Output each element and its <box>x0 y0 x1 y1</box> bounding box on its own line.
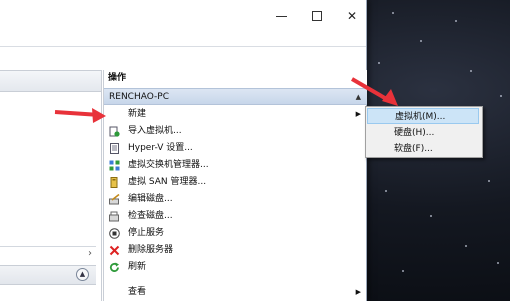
actions-pane: 操作 RENCHAO-PC ▲ 新建 ▶ 导入虚拟机... Hyper-V 设置… <box>103 70 367 301</box>
collapse-caret-icon[interactable]: ▲ <box>356 89 361 106</box>
hyper-v-manager-window: ✕ › ▲ 操作 RENCHAO-PC ▲ 新建 ▶ 导入虚拟机... Hype… <box>0 0 367 301</box>
submenu-item-floppy-disk[interactable]: 软盘(F)... <box>367 141 479 157</box>
actions-pane-title: 操作 <box>104 70 367 87</box>
minimize-button[interactable] <box>270 6 294 26</box>
action-label: 导入虚拟机... <box>128 126 182 136</box>
left-pane-scrollbar[interactable]: › <box>0 246 96 261</box>
actions-group-header[interactable]: RENCHAO-PC ▲ <box>104 88 367 105</box>
inspect-disk-icon <box>109 211 120 222</box>
action-label: Hyper-V 设置... <box>128 143 193 153</box>
settings-page-icon <box>109 143 120 154</box>
submenu-arrow-icon: ▶ <box>355 288 361 296</box>
maximize-icon <box>312 11 322 21</box>
action-label: 查看 <box>128 287 147 297</box>
submenu-item-virtual-machine[interactable]: 虚拟机(M)... <box>367 108 479 124</box>
action-item-delete-server[interactable]: 删除服务器 <box>104 242 367 259</box>
action-item-view[interactable]: 查看 ▶ <box>104 284 367 301</box>
switch-manager-icon <box>109 160 120 171</box>
submenu-item-hard-disk[interactable]: 硬盘(H)... <box>367 125 479 141</box>
action-item-new[interactable]: 新建 ▶ <box>104 106 367 123</box>
action-item-hyperv-settings[interactable]: Hyper-V 设置... <box>104 140 367 157</box>
refresh-icon <box>109 262 120 273</box>
maximize-button[interactable] <box>305 6 329 26</box>
left-pane-header <box>0 70 101 92</box>
action-item-virtual-switch-manager[interactable]: 虚拟交换机管理器... <box>104 157 367 174</box>
title-bar: ✕ <box>0 0 366 35</box>
action-label: 编辑磁盘... <box>128 194 173 204</box>
close-icon: ✕ <box>346 9 358 23</box>
action-label: 检查磁盘... <box>128 211 173 221</box>
import-icon <box>109 126 120 137</box>
action-label: 虚拟交换机管理器... <box>128 160 209 170</box>
new-submenu: 虚拟机(M)... 硬盘(H)... 软盘(F)... <box>365 106 483 158</box>
action-label: 新建 <box>128 109 147 119</box>
minimize-icon <box>276 16 287 17</box>
collapse-toggle-icon[interactable]: ▲ <box>76 268 89 281</box>
san-manager-icon <box>109 177 120 188</box>
close-button[interactable]: ✕ <box>340 6 364 26</box>
action-label: 刷新 <box>128 262 147 272</box>
action-label: 停止服务 <box>128 228 165 238</box>
edit-disk-icon <box>109 193 120 205</box>
action-label: 删除服务器 <box>128 245 174 255</box>
toolbar-divider <box>0 46 366 47</box>
action-label: 虚拟 SAN 管理器... <box>128 177 207 187</box>
action-item-refresh[interactable]: 刷新 <box>104 259 367 276</box>
action-item-stop-service[interactable]: 停止服务 <box>104 225 367 242</box>
left-pane-footer: ▲ <box>0 265 96 285</box>
action-item-virtual-san-manager[interactable]: 虚拟 SAN 管理器... <box>104 174 367 191</box>
group-header-label: RENCHAO-PC <box>109 92 170 102</box>
scroll-right-icon[interactable]: › <box>88 248 92 259</box>
left-pane: › ▲ <box>0 70 102 301</box>
stop-service-icon <box>109 228 120 239</box>
delete-server-icon <box>109 245 120 256</box>
action-item-import-vm[interactable]: 导入虚拟机... <box>104 123 367 140</box>
submenu-arrow-icon: ▶ <box>355 110 361 118</box>
action-item-inspect-disk[interactable]: 检查磁盘... <box>104 208 367 225</box>
action-item-edit-disk[interactable]: 编辑磁盘... <box>104 191 367 208</box>
